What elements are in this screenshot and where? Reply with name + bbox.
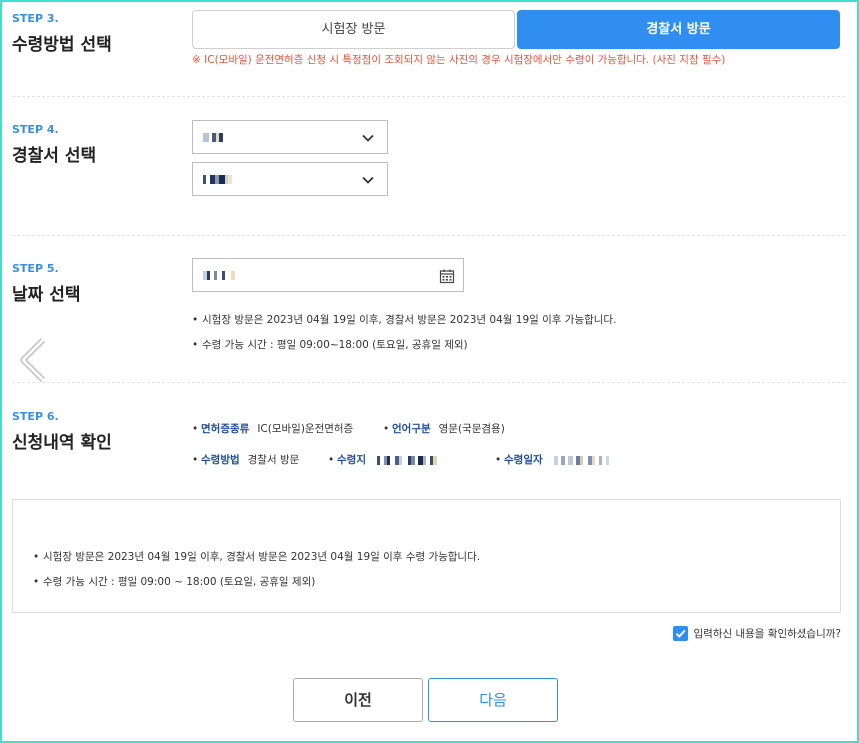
police-visit-button[interactable]: 경찰서 방문 (517, 10, 840, 49)
summary-date-value (553, 455, 609, 465)
step5-label: STEP 5. (12, 262, 59, 275)
police-station-select[interactable] (192, 162, 388, 196)
bullet: • (192, 423, 199, 435)
summary-license-type: • 면허증종류 IC(모바일)운전면허증 (192, 423, 354, 435)
summary-place-value (377, 455, 438, 465)
step4-title: 경찰서 선택 (12, 146, 97, 166)
step3-title: 수령방법 선택 (12, 35, 112, 55)
police-station-select-value (203, 175, 232, 184)
summary-date: • 수령일자 (495, 452, 609, 467)
notice-box: • 시험장 방문은 2023년 04월 19일 이후, 경찰서 방문은 2023년… (12, 499, 841, 613)
summary-place: • 수령지 (328, 452, 438, 467)
calendar-icon[interactable] (439, 268, 455, 284)
summary-method: • 수령방법 경찰서 방문 (192, 454, 300, 466)
date-input[interactable] (192, 258, 464, 292)
chevron-down-icon (362, 134, 374, 142)
confirm-label: 입력하신 내용을 확인하셨습니까? (693, 627, 842, 640)
chevron-down-icon (362, 176, 374, 184)
bullet: • (495, 454, 502, 466)
summary-language: • 언어구분 영문(국문겸용) (383, 423, 505, 435)
bullet: • (192, 314, 199, 326)
step6-title: 신청내역 확인 (12, 433, 112, 453)
ic-license-notice: ※ IC(모바일) 운전면허증 신청 시 특정점이 조회되지 않는 사진의 경우… (192, 54, 726, 66)
exam-visit-button[interactable]: 시험장 방문 (192, 10, 515, 49)
step5-title: 날짜 선택 (12, 285, 81, 305)
notice-line-1: • 시험장 방문은 2023년 04월 19일 이후, 경찰서 방문은 2023년… (33, 551, 481, 563)
date-info-line-2: • 수령 가능 시간 : 평일 09:00~18:00 (토요일, 공휴일 제외) (192, 339, 468, 351)
step4-label: STEP 4. (12, 123, 59, 136)
confirm-check[interactable]: 입력하신 내용을 확인하셨습니까? (672, 625, 842, 641)
bullet: • (192, 339, 199, 351)
prev-button[interactable]: 이전 (293, 678, 423, 722)
bullet: • (192, 454, 199, 466)
next-button[interactable]: 다음 (428, 678, 558, 722)
bullet: • (328, 454, 335, 466)
confirm-checkbox[interactable] (672, 625, 688, 641)
divider (12, 235, 845, 236)
bullet: • (383, 423, 390, 435)
bullet: • (33, 551, 40, 563)
region-select-value (203, 133, 223, 142)
chevron-left-icon[interactable] (16, 337, 50, 383)
divider (12, 382, 845, 383)
notice-line-2: • 수령 가능 시간 : 평일 09:00 ~ 18:00 (토요일, 공휴일 제… (33, 576, 316, 588)
check-icon (675, 629, 686, 638)
step3-label: STEP 3. (12, 12, 59, 25)
step6-label: STEP 6. (12, 410, 59, 423)
bullet: • (33, 576, 40, 588)
region-select[interactable] (192, 120, 388, 154)
divider (12, 96, 845, 97)
date-input-value (203, 271, 235, 280)
date-info-line-1: • 시험장 방문은 2023년 04월 19일 이후, 경찰서 방문은 2023년… (192, 314, 617, 326)
